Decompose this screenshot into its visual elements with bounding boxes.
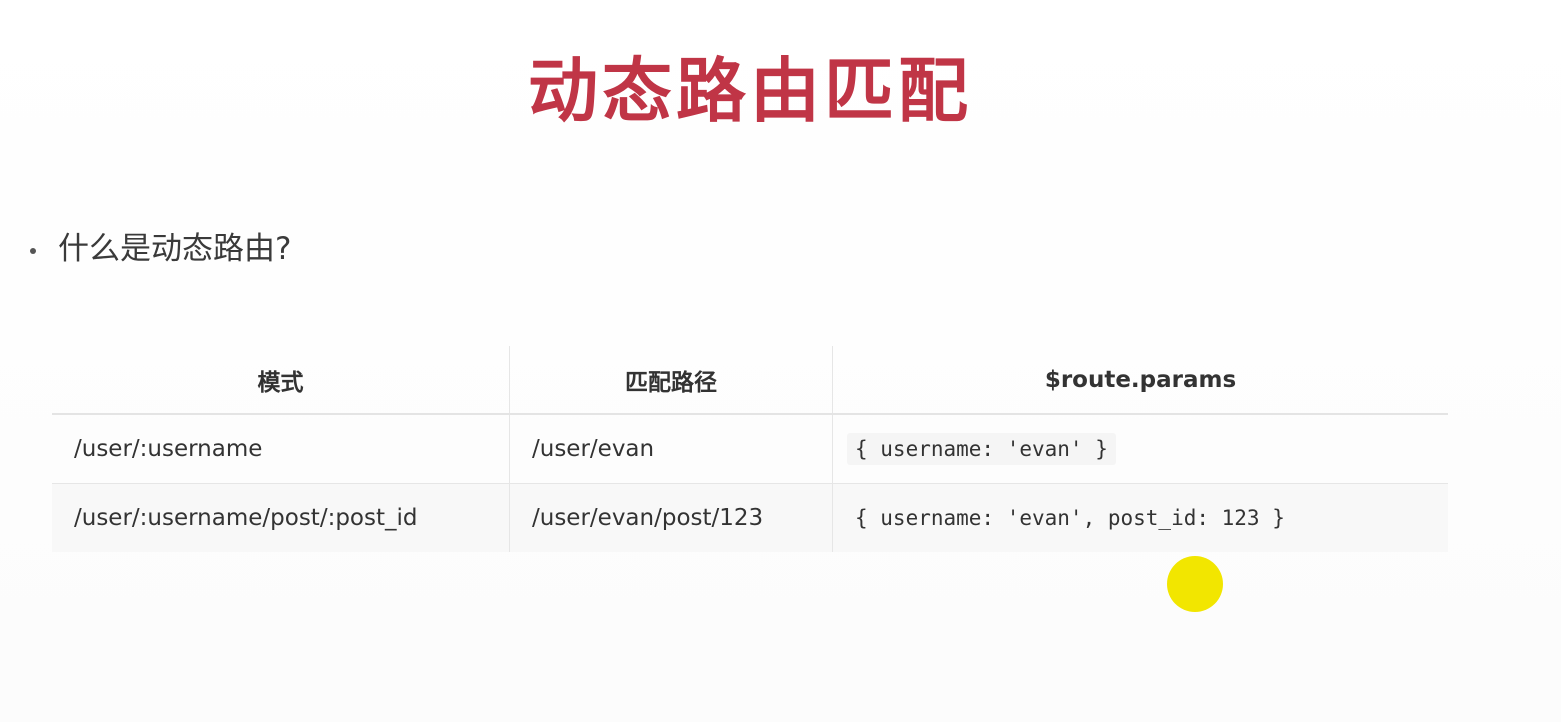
cell-route-params: { username: 'evan', post_id: 123 } (833, 484, 1448, 552)
cell-matched-path: /user/evan (510, 415, 833, 483)
bullet-dot-icon (30, 248, 36, 254)
header-matched-path: 匹配路径 (510, 346, 833, 413)
slide-title: 动态路由匹配 (528, 50, 972, 132)
params-code: { username: 'evan', post_id: 123 } (855, 506, 1285, 530)
cell-route-params: { username: 'evan' } (833, 415, 1448, 483)
cursor-highlight-icon (1167, 556, 1223, 612)
route-table: 模式 匹配路径 $route.params /user/:username /u… (52, 346, 1448, 552)
slide: 动态路由匹配 什么是动态路由? 模式 匹配路径 $route.params /u… (0, 0, 1561, 722)
table-row: /user/:username /user/evan { username: '… (52, 415, 1448, 484)
table-header-row: 模式 匹配路径 $route.params (52, 346, 1448, 415)
cell-pattern: /user/:username (52, 415, 510, 483)
params-code: { username: 'evan' } (847, 433, 1116, 465)
cell-pattern: /user/:username/post/:post_id (52, 484, 510, 552)
bullet-item: 什么是动态路由? (30, 226, 291, 272)
header-pattern: 模式 (52, 346, 510, 413)
bullet-text: 什么是动态路由? (58, 231, 292, 267)
table-row: /user/:username/post/:post_id /user/evan… (52, 484, 1448, 552)
cell-matched-path: /user/evan/post/123 (510, 484, 833, 552)
header-route-params: $route.params (1044, 366, 1237, 393)
